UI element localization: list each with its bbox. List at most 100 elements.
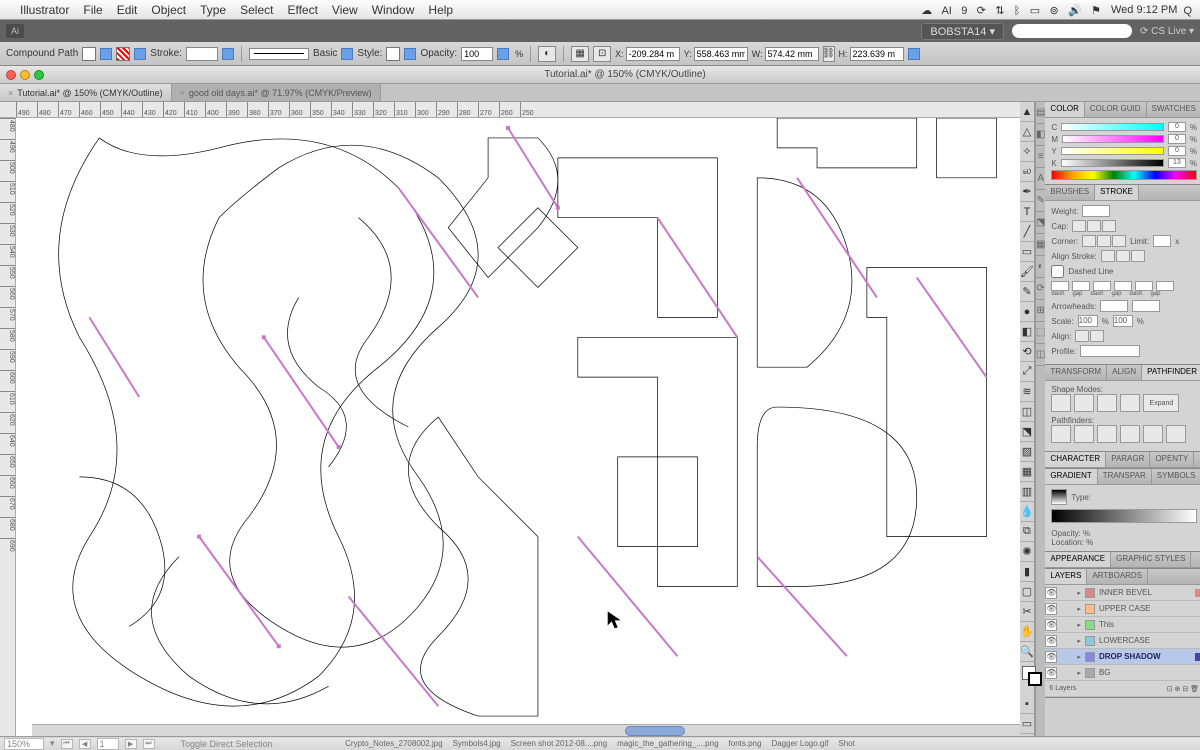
dock-item[interactable]: Symbols4.jpg — [453, 738, 501, 750]
link-icon[interactable]: ⇅ — [995, 5, 1004, 17]
exclude-icon[interactable] — [1120, 394, 1140, 412]
strip-icon[interactable]: ▤ — [1036, 102, 1045, 124]
h-input[interactable] — [850, 47, 904, 61]
shape-builder-tool-icon[interactable]: ⬔ — [1020, 422, 1034, 442]
stroke-dropdown[interactable] — [134, 48, 146, 60]
strip-icon[interactable]: ⬚ — [1036, 322, 1045, 344]
volume-icon[interactable]: 🔊 — [1068, 5, 1082, 17]
fill-swatch[interactable] — [82, 47, 96, 61]
dock-item[interactable]: Screen shot 2012-08....png — [511, 738, 608, 750]
help-search-input[interactable] — [1012, 24, 1132, 38]
transform-more[interactable] — [908, 48, 920, 60]
align-outside-icon[interactable] — [1131, 250, 1145, 262]
direct-selection-tool-icon[interactable]: △ — [1020, 122, 1034, 142]
dock-item[interactable]: Dagger Logo.gif — [771, 738, 828, 750]
menu-select[interactable]: Select — [240, 3, 273, 17]
visibility-icon[interactable]: 👁 — [1045, 651, 1057, 663]
selection-tool-icon[interactable]: ▲ — [1020, 102, 1034, 122]
align-center-icon[interactable] — [1101, 250, 1115, 262]
artboards-tab[interactable]: ARTBOARDS — [1087, 569, 1148, 584]
paintbrush-tool-icon[interactable]: 🖌 — [1020, 262, 1034, 282]
swatches-tab[interactable]: SWATCHES — [1147, 102, 1200, 117]
corner-round-icon[interactable] — [1097, 235, 1111, 247]
width-tool-icon[interactable]: ≋ — [1020, 382, 1034, 402]
graph-tool-icon[interactable]: ▮ — [1020, 562, 1034, 582]
rectangle-tool-icon[interactable]: ▭ — [1020, 242, 1034, 262]
brush-dropdown[interactable] — [341, 48, 353, 60]
stroke-weight-dropdown[interactable] — [222, 48, 234, 60]
zoom-tool-icon[interactable]: 🔍 — [1020, 642, 1034, 662]
color-guide-tab[interactable]: COLOR GUID — [1085, 102, 1147, 117]
fill-stroke-indicator[interactable] — [1020, 662, 1034, 694]
layer-row[interactable]: 👁▸LOWERCASE — [1045, 633, 1200, 649]
menu-type[interactable]: Type — [200, 3, 226, 17]
layers-tab[interactable]: LAYERS — [1045, 569, 1087, 584]
rotate-tool-icon[interactable]: ⟲ — [1020, 342, 1034, 362]
strip-icon[interactable]: ◫ — [1036, 344, 1045, 366]
dash-field[interactable] — [1093, 281, 1111, 291]
gap-field[interactable] — [1114, 281, 1132, 291]
blob-brush-tool-icon[interactable]: ● — [1020, 302, 1034, 322]
strip-icon[interactable]: ◐ — [1036, 256, 1045, 278]
mac-clock[interactable]: Wed 9:12 PM — [1111, 4, 1177, 16]
arrow-align-a-icon[interactable] — [1075, 330, 1089, 342]
window-zoom-icon[interactable] — [34, 70, 44, 80]
line-tool-icon[interactable]: ╱ — [1020, 222, 1034, 242]
transform-panel-icon[interactable]: ▦ — [571, 46, 589, 62]
vertical-ruler[interactable]: 4804905005105205305405505605705805906006… — [0, 118, 16, 736]
strip-icon[interactable]: ✎ — [1036, 190, 1045, 212]
minus-front-icon[interactable] — [1074, 394, 1094, 412]
merge-icon[interactable] — [1097, 425, 1117, 443]
arrow-scale-b[interactable]: 100 — [1113, 315, 1133, 327]
link-wh-icon[interactable]: ⛓ — [823, 46, 835, 62]
layer-row[interactable]: 👁▸INNER BEVEL — [1045, 585, 1200, 601]
menu-illustrator[interactable]: Illustrator — [20, 3, 69, 17]
brush-preview[interactable] — [249, 48, 309, 60]
dash-field[interactable] — [1051, 281, 1069, 291]
transparency-tab[interactable]: TRANSPAR — [1098, 469, 1152, 484]
align-tab[interactable]: ALIGN — [1107, 365, 1142, 380]
free-transform-tool-icon[interactable]: ◫ — [1020, 402, 1034, 422]
window-minimize-icon[interactable] — [20, 70, 30, 80]
dock-item[interactable]: fonts.png — [729, 738, 762, 750]
divide-icon[interactable] — [1051, 425, 1071, 443]
cloud-icon[interactable]: ☁ — [921, 5, 932, 17]
expand-button[interactable]: Expand — [1143, 394, 1179, 412]
menu-view[interactable]: View — [332, 3, 358, 17]
y-input[interactable] — [694, 47, 748, 61]
color-tab[interactable]: COLOR — [1045, 102, 1084, 117]
strip-icon[interactable]: A — [1036, 168, 1045, 190]
close-tab-icon[interactable]: × — [8, 88, 13, 98]
style-dropdown[interactable] — [404, 48, 416, 60]
brushes-tab[interactable]: BRUSHES — [1045, 185, 1095, 200]
eraser-tool-icon[interactable]: ◧ — [1020, 322, 1034, 342]
dashed-line-checkbox[interactable] — [1051, 265, 1064, 278]
strip-icon[interactable]: ⊞ — [1036, 300, 1045, 322]
numeric-icon[interactable]: 9 — [961, 5, 967, 17]
slice-tool-icon[interactable]: ✂ — [1020, 602, 1034, 622]
hand-tool-icon[interactable]: ✋ — [1020, 622, 1034, 642]
wifi-icon[interactable]: ⊚ — [1050, 5, 1059, 17]
sync-icon[interactable]: ⟳ — [977, 5, 986, 17]
miter-limit-field[interactable] — [1153, 235, 1171, 247]
artboard-canvas[interactable] — [16, 118, 1020, 736]
scale-tool-icon[interactable]: ⤢ — [1020, 362, 1034, 382]
gap-field[interactable] — [1156, 281, 1174, 291]
recolor-artwork-icon[interactable]: ◐ — [538, 46, 556, 62]
opacity-input[interactable] — [461, 47, 493, 61]
horizontal-scrollbar[interactable] — [32, 724, 1020, 736]
arrowhead-start[interactable] — [1100, 300, 1128, 312]
opentype-tab[interactable]: OPENTY — [1150, 452, 1194, 467]
opacity-dropdown[interactable] — [497, 48, 509, 60]
flag-icon[interactable]: ⚑ — [1091, 5, 1101, 17]
mesh-tool-icon[interactable]: ▦ — [1020, 462, 1034, 482]
screen-mode-icon[interactable]: ▭ — [1020, 714, 1034, 734]
eyedropper-tool-icon[interactable]: 💧 — [1020, 502, 1034, 522]
layer-row[interactable]: 👁▸BG — [1045, 665, 1200, 681]
artboard-tool-icon[interactable]: ▢ — [1020, 582, 1034, 602]
layer-row[interactable]: 👁▸UPPER CASE — [1045, 601, 1200, 617]
stroke-weight-input[interactable] — [186, 47, 218, 61]
minus-back-icon[interactable] — [1166, 425, 1186, 443]
fill-dropdown[interactable] — [100, 48, 112, 60]
corner-miter-icon[interactable] — [1082, 235, 1096, 247]
